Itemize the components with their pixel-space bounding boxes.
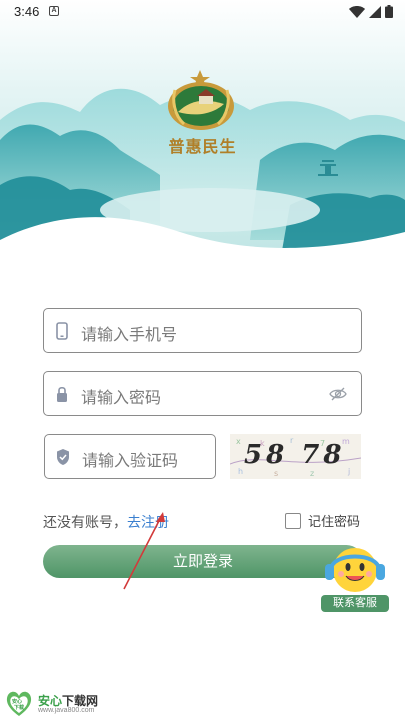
signal-icon	[369, 5, 381, 18]
remember-password-checkbox[interactable]	[285, 512, 301, 529]
landscape-illustration	[0, 0, 405, 262]
captcha-placeholder: 请输入验证码	[82, 453, 179, 470]
svg-text:z: z	[310, 469, 314, 478]
remember-password-label: 记住密码	[308, 514, 361, 529]
login-page: 普惠民生 3:46 A 请输入手机号 请输入密码 请输入验证码 x k r 7 …	[0, 0, 405, 720]
password-placeholder: 请输入密码	[81, 390, 162, 407]
register-prompt: 还没有账号，	[43, 514, 127, 530]
phone-placeholder: 请输入手机号	[81, 327, 178, 344]
watermark-title-a: 安心	[38, 694, 63, 708]
customer-service-label[interactable]: 联系客服	[321, 595, 389, 612]
brand-name: 普惠民生	[168, 139, 237, 156]
svg-text:x: x	[236, 437, 241, 446]
captcha-input[interactable]: 请输入验证码	[44, 434, 216, 479]
register-row: 还没有账号，去注册	[43, 512, 169, 532]
header-banner: 普惠民生	[0, 0, 405, 262]
login-button[interactable]: 立即登录	[43, 545, 363, 578]
lock-icon	[57, 386, 67, 402]
notification-icon: A	[49, 6, 59, 16]
svg-text:h: h	[238, 467, 243, 476]
status-time: 3:46	[14, 4, 40, 19]
watermark-logo-text-bottom: 下载	[14, 705, 25, 711]
remember-password-row[interactable]: 记住密码	[285, 511, 360, 530]
svg-text:s: s	[274, 469, 278, 478]
status-bar: 3:46 A	[0, 0, 405, 24]
phone-input[interactable]: 请输入手机号	[43, 308, 362, 353]
watermark-url: www.java800.com	[38, 707, 95, 714]
svg-text:j: j	[347, 467, 350, 476]
captcha-text: 58 78	[244, 440, 346, 470]
wifi-icon	[349, 5, 365, 18]
watermark-logo-icon: 安心 下载	[4, 688, 34, 718]
eye-off-icon[interactable]	[329, 386, 347, 402]
battery-icon	[385, 5, 393, 18]
phone-icon	[56, 322, 68, 340]
shield-check-icon	[57, 449, 69, 465]
status-icons	[349, 5, 393, 18]
register-link[interactable]: 去注册	[127, 514, 169, 530]
captcha-image[interactable]: x k r 7 m h s z j 58 78	[230, 434, 361, 479]
password-input[interactable]: 请输入密码	[43, 371, 362, 416]
watermark-title-b: 下载网	[62, 694, 99, 708]
